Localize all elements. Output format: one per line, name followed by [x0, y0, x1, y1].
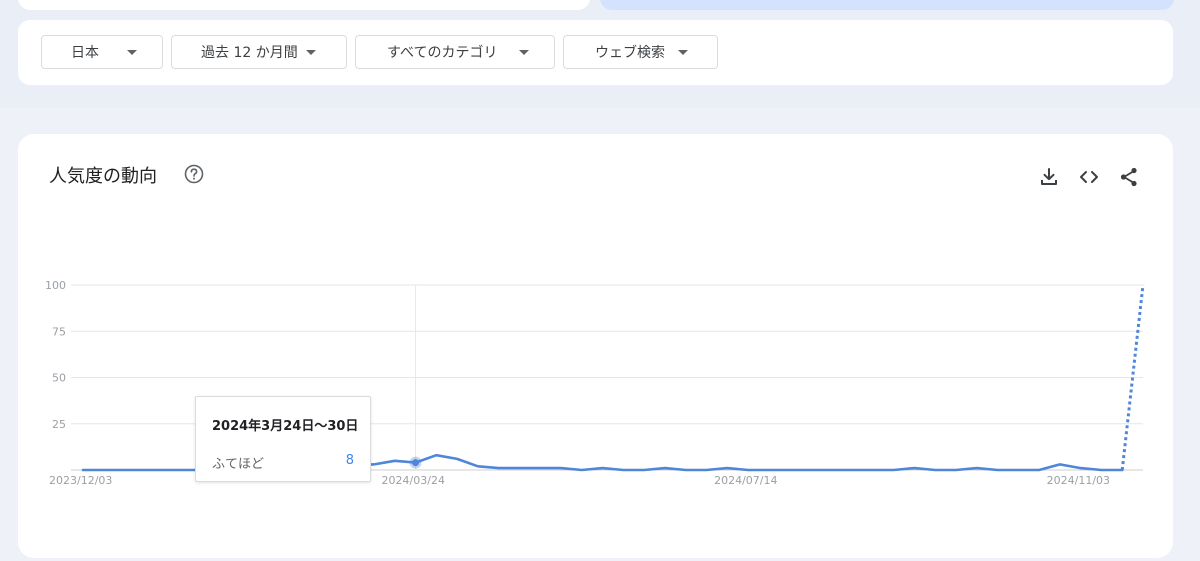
y-tick-label: 25 [52, 418, 66, 431]
x-tick-label: 2024/03/24 [382, 474, 445, 487]
x-tick-label: 2024/11/03 [1047, 474, 1110, 487]
chart-tooltip: 2024年3月24日〜30日 ふてほど 8 [195, 396, 371, 482]
y-tick-label: 75 [52, 325, 66, 338]
tooltip-value: 8 [345, 453, 354, 468]
x-tick-label: 2024/07/14 [714, 474, 777, 487]
tooltip-term: ふてほど [212, 457, 265, 472]
x-tick-label: 2023/12/03 [49, 474, 112, 487]
hover-point [412, 459, 420, 467]
trend-chart: 25 50 75 100 2023/12/03 2024/03/24 2024/07/14 2… [45, 279, 1145, 487]
tooltip-date: 2024年3月24日〜30日 [212, 419, 359, 434]
y-tick-label: 100 [45, 279, 66, 292]
y-tick-label: 50 [52, 372, 66, 385]
